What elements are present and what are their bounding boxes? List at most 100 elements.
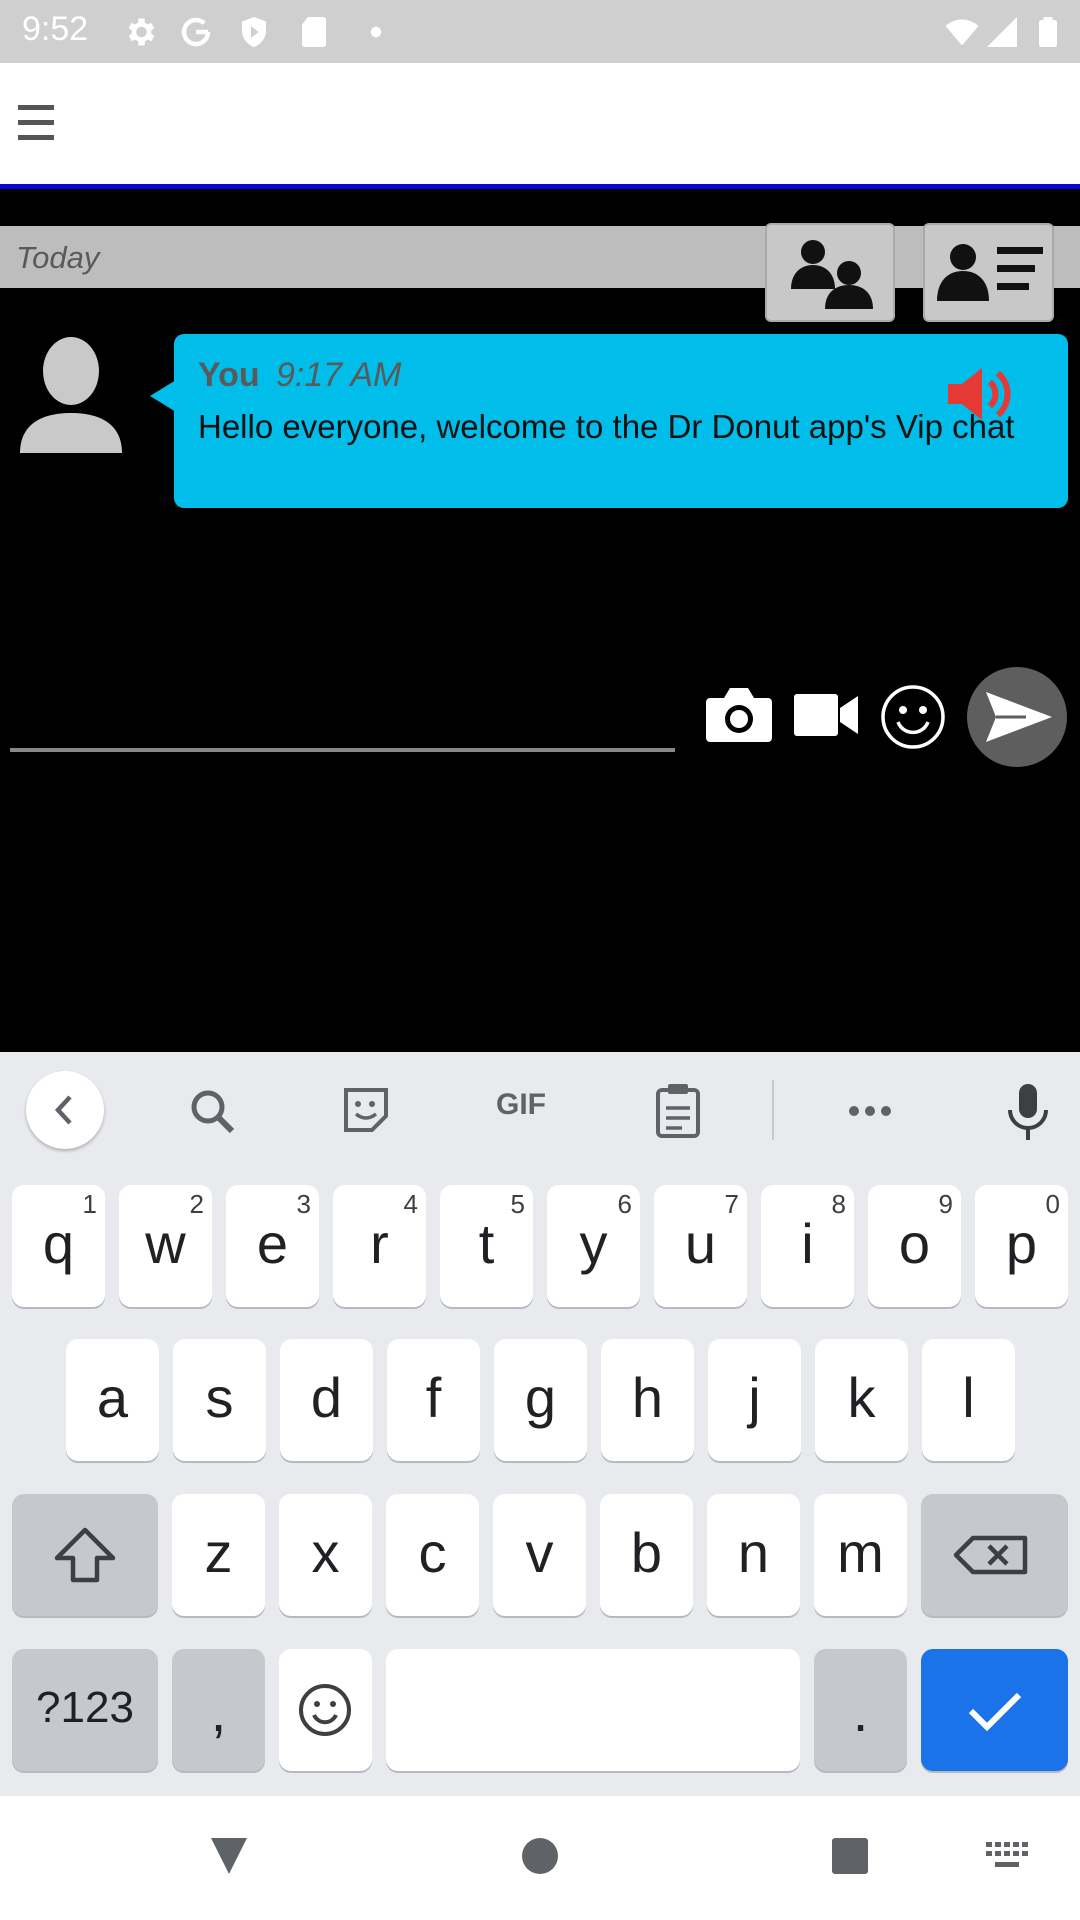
key-label: i xyxy=(801,1212,814,1275)
key-hint: 5 xyxy=(510,1189,525,1219)
enter-key[interactable] xyxy=(921,1649,1068,1771)
key-p[interactable]: p0 xyxy=(975,1185,1068,1307)
key-label: a xyxy=(96,1366,129,1429)
key-hint: 2 xyxy=(189,1189,204,1219)
period-key[interactable]: . xyxy=(814,1649,907,1771)
key-f[interactable]: f xyxy=(387,1339,480,1461)
key-label: y xyxy=(579,1212,608,1275)
key-b[interactable]: b xyxy=(600,1494,693,1616)
input-underline xyxy=(10,748,675,752)
app-bar xyxy=(0,63,1080,189)
key-hint: 4 xyxy=(403,1189,418,1219)
key-label: z xyxy=(204,1521,233,1584)
wifi-icon xyxy=(945,19,979,46)
key-label: s xyxy=(205,1366,234,1429)
keyboard-switch-icon[interactable] xyxy=(986,1842,1030,1870)
key-hint: 6 xyxy=(617,1189,632,1219)
key-j[interactable]: j xyxy=(708,1339,801,1461)
video-camera-icon[interactable] xyxy=(792,690,860,740)
recents-square-icon[interactable] xyxy=(830,1836,870,1876)
space-key[interactable] xyxy=(386,1649,800,1771)
message-input[interactable] xyxy=(10,690,675,746)
signal-icon xyxy=(987,17,1017,47)
key-s[interactable]: s xyxy=(173,1339,266,1461)
home-circle-icon[interactable] xyxy=(520,1836,560,1876)
key-q[interactable]: q1 xyxy=(12,1185,105,1307)
key-v[interactable]: v xyxy=(493,1494,586,1616)
key-z[interactable]: z xyxy=(172,1494,265,1616)
sticker-icon[interactable] xyxy=(338,1080,394,1142)
key-label: w xyxy=(145,1212,186,1275)
user-list-button[interactable] xyxy=(923,223,1054,322)
key-e[interactable]: e3 xyxy=(226,1185,319,1307)
key-u[interactable]: u7 xyxy=(654,1185,747,1307)
key-label: j xyxy=(748,1366,761,1429)
key-label: r xyxy=(370,1212,389,1275)
key-k[interactable]: k xyxy=(815,1339,908,1461)
comma-key[interactable]: , xyxy=(172,1649,265,1771)
key-c[interactable]: c xyxy=(386,1494,479,1616)
key-label: g xyxy=(524,1366,557,1429)
emoji-key-icon xyxy=(299,1684,351,1736)
key-label: u xyxy=(684,1212,717,1275)
key-label: c xyxy=(418,1521,447,1584)
clipboard-icon[interactable] xyxy=(650,1080,706,1142)
key-label: l xyxy=(962,1366,975,1429)
check-icon xyxy=(968,1692,1022,1732)
key-d[interactable]: d xyxy=(280,1339,373,1461)
backspace-icon xyxy=(953,1535,1028,1575)
key-y[interactable]: y6 xyxy=(547,1185,640,1307)
key-label: v xyxy=(525,1521,554,1584)
key-t[interactable]: t5 xyxy=(440,1185,533,1307)
key-r[interactable]: r4 xyxy=(333,1185,426,1307)
key-m[interactable]: m xyxy=(814,1494,907,1616)
message-sender: You xyxy=(198,356,260,394)
key-o[interactable]: o9 xyxy=(868,1185,961,1307)
keyboard-back-button[interactable] xyxy=(26,1071,104,1149)
shift-icon xyxy=(54,1527,116,1583)
date-label: Today xyxy=(16,240,100,275)
comma-key-label: , xyxy=(210,1680,227,1743)
key-label: k xyxy=(847,1366,876,1429)
key-label: o xyxy=(898,1212,931,1275)
group-chat-button[interactable] xyxy=(765,223,895,322)
back-triangle-icon[interactable] xyxy=(207,1834,251,1878)
key-hint: 7 xyxy=(724,1189,739,1219)
symbols-key-label: ?123 xyxy=(36,1683,134,1732)
search-icon[interactable] xyxy=(184,1080,240,1142)
key-x[interactable]: x xyxy=(279,1494,372,1616)
status-time: 9:52 xyxy=(22,10,89,48)
camera-icon[interactable] xyxy=(704,684,774,746)
key-hint: 1 xyxy=(82,1189,97,1219)
microphone-icon[interactable] xyxy=(1000,1080,1056,1142)
more-icon[interactable] xyxy=(842,1080,898,1142)
bubble-tail xyxy=(150,380,176,412)
key-label: e xyxy=(256,1212,289,1275)
navigation-bar xyxy=(0,1796,1080,1920)
key-h[interactable]: h xyxy=(601,1339,694,1461)
key-hint: 3 xyxy=(296,1189,311,1219)
emoji-key[interactable] xyxy=(279,1649,372,1771)
backspace-key[interactable] xyxy=(921,1494,1068,1616)
key-label: h xyxy=(631,1366,664,1429)
settings-icon xyxy=(128,18,155,46)
key-l[interactable]: l xyxy=(922,1339,1015,1461)
key-g[interactable]: g xyxy=(494,1339,587,1461)
shift-key[interactable] xyxy=(12,1494,158,1616)
key-i[interactable]: i8 xyxy=(761,1185,854,1307)
symbols-key[interactable]: ?123 xyxy=(12,1649,158,1771)
status-bar: 9:52 xyxy=(0,0,1080,63)
message-text: Hello everyone, welcome to the Dr Donut … xyxy=(198,408,1015,445)
send-button[interactable] xyxy=(966,666,1068,768)
key-a[interactable]: a xyxy=(66,1339,159,1461)
hamburger-menu-icon[interactable] xyxy=(18,101,58,145)
key-n[interactable]: n xyxy=(707,1494,800,1616)
gif-button[interactable]: GIF xyxy=(486,1088,556,1150)
key-hint: 8 xyxy=(831,1189,846,1219)
emoji-icon[interactable] xyxy=(880,684,946,750)
shield-icon xyxy=(242,17,266,47)
speaker-icon[interactable] xyxy=(944,364,1016,424)
toolbar-divider xyxy=(772,1080,774,1140)
key-label: n xyxy=(737,1521,770,1584)
key-w[interactable]: w2 xyxy=(119,1185,212,1307)
